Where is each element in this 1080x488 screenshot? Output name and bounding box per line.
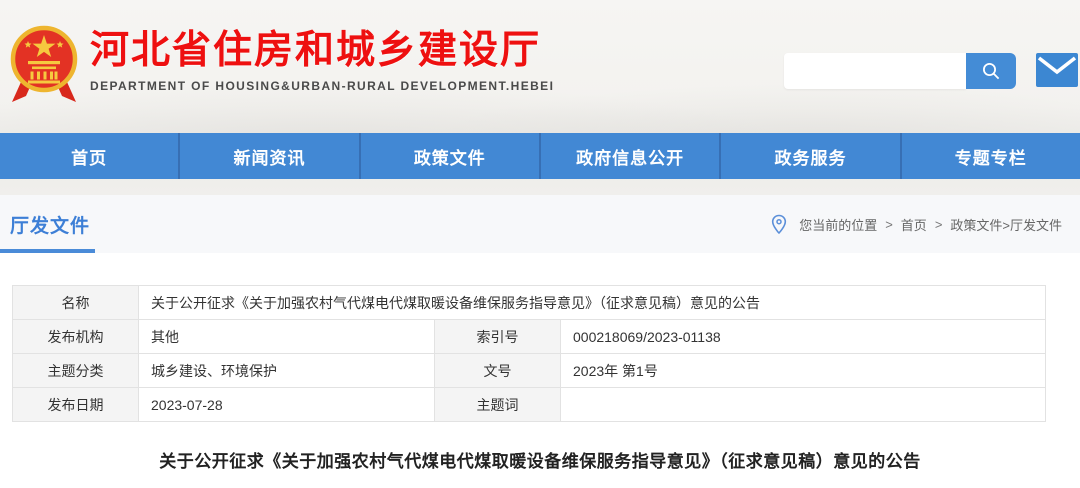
- brand-text: 河北省住房和城乡建设厅 DEPARTMENT OF HOUSING&URBAN-…: [90, 22, 554, 93]
- breadcrumb-separator: >: [935, 217, 943, 232]
- field-label-agency: 发布机构: [13, 320, 139, 354]
- national-emblem-logo[interactable]: [8, 22, 80, 108]
- field-value-doc-number: 2023年 第1号: [561, 354, 1046, 388]
- site-subtitle: DEPARTMENT OF HOUSING&URBAN-RURAL DEVELO…: [90, 79, 554, 93]
- search-button[interactable]: [966, 53, 1016, 89]
- search-box: [784, 53, 1016, 89]
- nav-item-services[interactable]: 政务服务: [719, 133, 899, 179]
- site-brand: 河北省住房和城乡建设厅 DEPARTMENT OF HOUSING&URBAN-…: [8, 22, 554, 108]
- field-label-index-no: 索引号: [435, 320, 561, 354]
- field-label-doc-number: 文号: [435, 354, 561, 388]
- page: 河北省住房和城乡建设厅 DEPARTMENT OF HOUSING&URBAN-…: [0, 0, 1080, 488]
- field-value-agency: 其他: [139, 320, 435, 354]
- search-icon: [981, 61, 1001, 81]
- breadcrumb-current-link[interactable]: 政策文件>厅发文件: [950, 215, 1062, 234]
- main-nav: 首页 新闻资讯 政策文件 政府信息公开 政务服务 专题专栏: [0, 133, 1080, 179]
- breadcrumb-location-label: 您当前的位置: [799, 215, 877, 234]
- table-row: 发布机构 其他 索引号 000218069/2023-01138: [13, 320, 1046, 354]
- nav-item-news[interactable]: 新闻资讯: [178, 133, 358, 179]
- field-label-category: 主题分类: [13, 354, 139, 388]
- section-title-underline: [0, 249, 95, 253]
- search-input[interactable]: [784, 53, 966, 89]
- field-label-keywords: 主题词: [435, 388, 561, 422]
- mail-icon[interactable]: [1036, 53, 1078, 87]
- nav-item-policy[interactable]: 政策文件: [359, 133, 539, 179]
- location-pin-icon: [771, 214, 787, 235]
- nav-item-gov-info[interactable]: 政府信息公开: [539, 133, 719, 179]
- table-row: 主题分类 城乡建设、环境保护 文号 2023年 第1号: [13, 354, 1046, 388]
- field-value-publish-date: 2023-07-28: [139, 388, 435, 422]
- breadcrumb: 您当前的位置 > 首页 > 政策文件>厅发文件: [771, 214, 1062, 235]
- breadcrumb-home-link[interactable]: 首页: [901, 215, 927, 234]
- breadcrumb-separator: >: [885, 217, 893, 232]
- site-title: 河北省住房和城乡建设厅: [90, 30, 554, 73]
- document-meta-table: 名称 关于公开征求《关于加强农村气代煤电代煤取暖设备维保服务指导意见》（征求意见…: [12, 285, 1046, 422]
- nav-item-home[interactable]: 首页: [0, 133, 178, 179]
- header-tools: [784, 53, 1078, 89]
- field-label-name: 名称: [13, 286, 139, 320]
- nav-item-topics[interactable]: 专题专栏: [900, 133, 1080, 179]
- field-value-category: 城乡建设、环境保护: [139, 354, 435, 388]
- table-row: 名称 关于公开征求《关于加强农村气代煤电代煤取暖设备维保服务指导意见》（征求意见…: [13, 286, 1046, 320]
- site-header: 河北省住房和城乡建设厅 DEPARTMENT OF HOUSING&URBAN-…: [0, 0, 1080, 195]
- field-value-keywords: [561, 388, 1046, 422]
- breadcrumb-band: 厅发文件 您当前的位置 > 首页 > 政策文件>厅发文件: [0, 195, 1080, 253]
- field-value-index-no: 000218069/2023-01138: [561, 320, 1046, 354]
- field-label-publish-date: 发布日期: [13, 388, 139, 422]
- section-title: 厅发文件: [10, 211, 90, 238]
- table-row: 发布日期 2023-07-28 主题词: [13, 388, 1046, 422]
- article-title: 关于公开征求《关于加强农村气代煤电代煤取暖设备维保服务指导意见》（征求意见稿）意…: [0, 447, 1080, 472]
- field-value-name: 关于公开征求《关于加强农村气代煤电代煤取暖设备维保服务指导意见》（征求意见稿）意…: [139, 286, 1046, 320]
